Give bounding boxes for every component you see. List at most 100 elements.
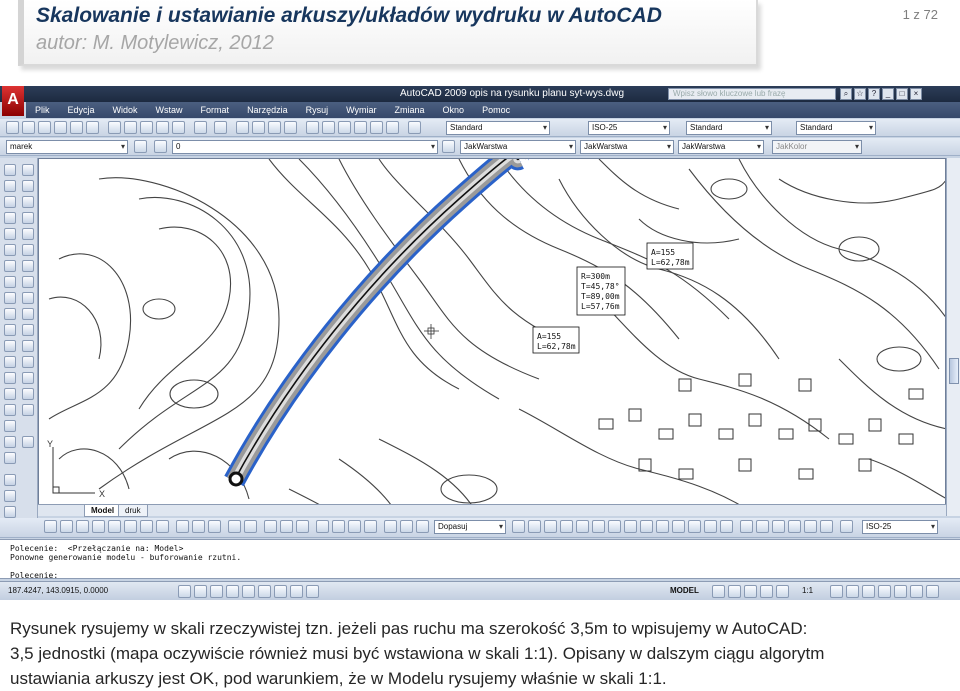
- pan-icon[interactable]: [236, 121, 249, 134]
- dim-angular-icon[interactable]: [156, 520, 169, 533]
- menu-format[interactable]: Format: [192, 105, 239, 115]
- rotate-icon[interactable]: [22, 260, 34, 272]
- quick-dim-icon[interactable]: [176, 520, 189, 533]
- menu-edycja[interactable]: Edycja: [59, 105, 104, 115]
- close-icon[interactable]: ×: [910, 88, 922, 100]
- polyline-icon[interactable]: [4, 196, 16, 208]
- table-style-select[interactable]: Standard: [686, 121, 772, 135]
- layer-lock-icon[interactable]: [624, 520, 637, 533]
- design-center-icon[interactable]: [322, 121, 335, 134]
- pan-status-icon[interactable]: [728, 585, 741, 598]
- viewport-icon[interactable]: [384, 520, 397, 533]
- quickcalc-icon[interactable]: [386, 121, 399, 134]
- offset-icon[interactable]: [22, 212, 34, 224]
- gradient-icon[interactable]: [4, 404, 16, 416]
- zoom-window-icon[interactable]: [268, 121, 281, 134]
- bottom-dim-style-select[interactable]: ISO-25: [862, 520, 938, 534]
- menu-rysuj[interactable]: Rysuj: [297, 105, 338, 115]
- otrack-status-icon[interactable]: [258, 585, 271, 598]
- viewport-polygon-icon[interactable]: [400, 520, 413, 533]
- copy-icon[interactable]: [124, 121, 137, 134]
- layer-walk-icon[interactable]: [640, 520, 653, 533]
- workspace-switch-icon[interactable]: [862, 585, 875, 598]
- view-icon[interactable]: [4, 474, 16, 486]
- showmotion-icon[interactable]: [776, 585, 789, 598]
- plotstyle-select[interactable]: JakKolor: [772, 140, 862, 154]
- lock-icon[interactable]: [878, 585, 891, 598]
- dyn-icon[interactable]: [820, 520, 833, 533]
- open-icon[interactable]: [22, 121, 35, 134]
- explode-icon[interactable]: [22, 404, 34, 416]
- copy-object-icon[interactable]: [22, 180, 34, 192]
- dim-icon[interactable]: [704, 520, 717, 533]
- save-icon[interactable]: [38, 121, 51, 134]
- stretch-icon[interactable]: [22, 292, 34, 304]
- dim-diameter-icon[interactable]: [140, 520, 153, 533]
- block-editor-icon[interactable]: [172, 121, 185, 134]
- plot-icon[interactable]: [54, 121, 67, 134]
- mleader-align-icon[interactable]: [348, 520, 361, 533]
- drawing-canvas[interactable]: A=155 L=62,78m R=300m T=45,78° T=89,00m …: [38, 158, 946, 516]
- ducs-icon[interactable]: [804, 520, 817, 533]
- minimize-icon[interactable]: _: [882, 88, 894, 100]
- annotation-visibility-icon[interactable]: [830, 585, 843, 598]
- coordinates-readout[interactable]: 187.4247, 143.0915, 0.0000: [8, 586, 108, 595]
- region-icon[interactable]: [4, 420, 16, 432]
- dim-update-icon[interactable]: [296, 520, 309, 533]
- break-icon[interactable]: [22, 340, 34, 352]
- match-properties-icon[interactable]: [156, 121, 169, 134]
- make-current-icon[interactable]: [442, 140, 455, 153]
- auto-scale-icon[interactable]: [846, 585, 859, 598]
- scale-icon[interactable]: [22, 276, 34, 288]
- center-mark-icon[interactable]: [244, 520, 257, 533]
- tab-model[interactable]: Model: [84, 505, 122, 517]
- dim-baseline-icon[interactable]: [192, 520, 205, 533]
- dim-style-icon[interactable]: [528, 520, 541, 533]
- polar-icon[interactable]: [756, 520, 769, 533]
- viewport-object-icon[interactable]: [416, 520, 429, 533]
- properties-icon[interactable]: [306, 121, 319, 134]
- spline-icon[interactable]: [4, 292, 16, 304]
- autocad-logo-icon[interactable]: A: [2, 86, 24, 116]
- help-icon[interactable]: ?: [868, 88, 880, 100]
- menu-wymiar[interactable]: Wymiar: [337, 105, 385, 115]
- layout-icon[interactable]: [712, 585, 725, 598]
- steering-wheel-icon[interactable]: [760, 585, 773, 598]
- polygon-icon[interactable]: [4, 212, 16, 224]
- arc-icon[interactable]: [4, 244, 16, 256]
- clean-screen-icon[interactable]: [910, 585, 923, 598]
- lineweight-status-icon[interactable]: [290, 585, 303, 598]
- dim-radius-icon[interactable]: [108, 520, 121, 533]
- vertical-scrollbar[interactable]: [946, 158, 960, 516]
- menu-okno[interactable]: Okno: [434, 105, 474, 115]
- model-space-toggle[interactable]: MODEL: [670, 586, 699, 595]
- rectangle-icon[interactable]: [4, 228, 16, 240]
- dim-ordinate-icon[interactable]: [92, 520, 105, 533]
- maximize-icon[interactable]: □: [896, 88, 908, 100]
- dim-jogged-icon[interactable]: [124, 520, 137, 533]
- zoom-previous-icon[interactable]: [284, 121, 297, 134]
- ortho-status-icon[interactable]: [210, 585, 223, 598]
- annotation-scale[interactable]: 1:1: [802, 586, 813, 595]
- paste-icon[interactable]: [140, 121, 153, 134]
- trim-icon[interactable]: [22, 308, 34, 320]
- zoom-status-icon[interactable]: [744, 585, 757, 598]
- point-icon[interactable]: [4, 372, 16, 384]
- update-icon[interactable]: [720, 520, 733, 533]
- hatch-icon[interactable]: [4, 388, 16, 400]
- new-icon[interactable]: [6, 121, 19, 134]
- mleader-style-select[interactable]: Standard: [796, 121, 876, 135]
- binoculars-icon[interactable]: ⌕: [840, 88, 852, 100]
- layer-select[interactable]: 0: [172, 140, 438, 154]
- array-icon[interactable]: [22, 228, 34, 240]
- osnap-status-icon[interactable]: [242, 585, 255, 598]
- grid-icon[interactable]: [194, 585, 207, 598]
- command-window[interactable]: Polecenie: <Przełączanie na: Model> Pono…: [0, 539, 960, 580]
- make-block-icon[interactable]: [4, 356, 16, 368]
- workspace-select[interactable]: marek: [6, 140, 128, 154]
- erase-icon[interactable]: [22, 164, 34, 176]
- redo-icon[interactable]: [214, 121, 227, 134]
- star-icon[interactable]: ☆: [854, 88, 866, 100]
- qp-status-icon[interactable]: [306, 585, 319, 598]
- extend-icon[interactable]: [22, 324, 34, 336]
